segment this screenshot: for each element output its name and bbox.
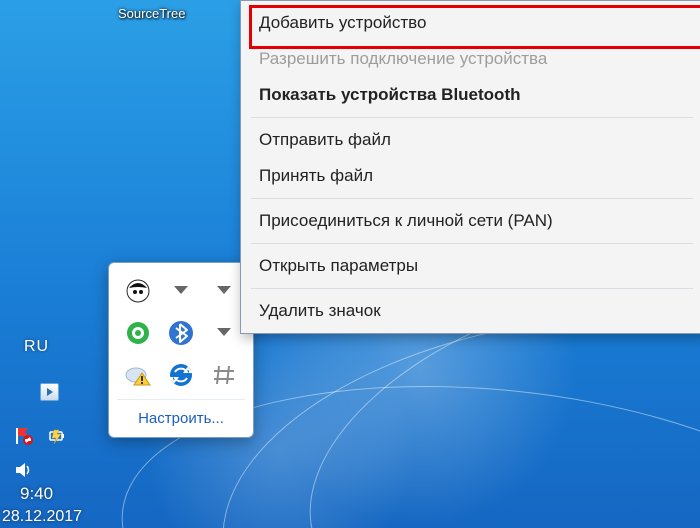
menu-item-add-device[interactable]: Добавить устройство xyxy=(243,5,700,41)
taskbar-date[interactable]: 28.12.2017 xyxy=(2,508,82,526)
menu-item-open-settings[interactable]: Открыть параметры xyxy=(243,248,700,284)
input-language-indicator[interactable]: RU xyxy=(24,338,49,356)
sync-icon[interactable] xyxy=(167,361,195,389)
desktop-stage: SourceTree RU xyxy=(0,0,700,528)
chevron-down-icon[interactable] xyxy=(167,277,195,305)
cloud-warning-icon[interactable] xyxy=(124,361,152,389)
tray-overflow-grid xyxy=(113,273,249,399)
settings-hash-icon[interactable] xyxy=(210,361,238,389)
taskbar-clock[interactable]: 9:40 xyxy=(20,484,53,504)
media-play-icon[interactable] xyxy=(40,383,59,401)
menu-item-join-pan[interactable]: Присоединиться к личной сети (PAN) xyxy=(243,203,700,239)
tray-overflow-popup: Настроить... xyxy=(108,262,254,438)
menu-item-send-file[interactable]: Отправить файл xyxy=(243,122,700,158)
security-360-icon[interactable] xyxy=(124,319,152,347)
tray-customize-link[interactable]: Настроить... xyxy=(113,400,249,437)
desktop-shortcut-label[interactable]: SourceTree xyxy=(118,6,185,21)
menu-separator xyxy=(251,198,693,199)
menu-item-remove-icon[interactable]: Удалить значок xyxy=(243,293,700,329)
volume-icon[interactable] xyxy=(14,460,34,483)
menu-separator xyxy=(251,288,693,289)
chevron-down-icon[interactable] xyxy=(210,319,238,347)
menu-separator xyxy=(251,243,693,244)
bluetooth-context-menu: Добавить устройствоРазрешить подключение… xyxy=(240,0,700,334)
bluetooth-icon[interactable] xyxy=(167,319,195,347)
menu-separator xyxy=(251,117,693,118)
power-icon[interactable] xyxy=(48,426,68,446)
menu-item-allow-connect: Разрешить подключение устройства xyxy=(243,41,700,77)
app-icon-pirate[interactable] xyxy=(124,277,152,305)
chevron-down-icon[interactable] xyxy=(210,277,238,305)
menu-item-receive-file[interactable]: Принять файл xyxy=(243,158,700,194)
menu-item-show-devices[interactable]: Показать устройства Bluetooth xyxy=(243,77,700,113)
flag-alert-icon[interactable] xyxy=(14,426,34,446)
tray-icons-row xyxy=(14,426,68,446)
